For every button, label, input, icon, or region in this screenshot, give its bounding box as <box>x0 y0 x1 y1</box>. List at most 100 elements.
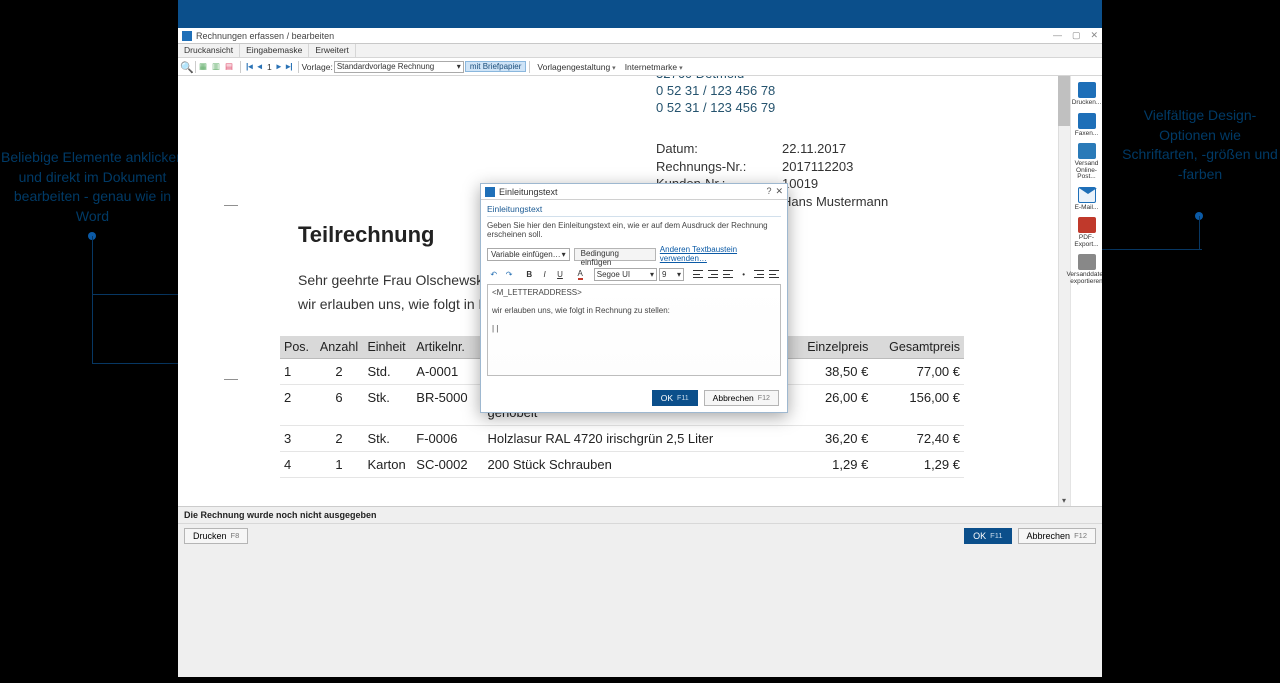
briefpapier-toggle[interactable]: mit Briefpapier <box>465 61 527 72</box>
annotation-right: Vielfältige Design-Optionen wie Schrifta… <box>1120 106 1280 184</box>
window-close[interactable]: ✕ <box>1090 30 1098 41</box>
invno-label: Rechnungs-Nr.: <box>656 159 782 176</box>
vscroll-down-icon[interactable]: ▾ <box>1059 496 1069 506</box>
dialog-title: Einleitungstext <box>499 187 558 197</box>
font-family-select[interactable]: Segoe UI▾ <box>594 268 657 281</box>
dialog-group-title: Einleitungstext <box>487 204 781 217</box>
undo-icon[interactable]: ↶ <box>487 267 500 281</box>
recipient-tel: 0 52 31 / 123 456 78 <box>656 83 946 100</box>
underline-icon[interactable]: U <box>553 267 566 281</box>
italic-icon[interactable]: I <box>538 267 551 281</box>
side-onlinepost[interactable]: Versand Online-Post... <box>1073 143 1101 181</box>
side-drucken[interactable]: Drucken... <box>1073 82 1101 107</box>
date-value: 22.11.2017 <box>782 141 946 158</box>
vorlagengestaltung-menu[interactable]: Vorlagengestaltung▾ <box>533 62 619 72</box>
footer-ok-button[interactable]: OKF11 <box>964 528 1011 544</box>
custno-value: 10019 <box>782 176 946 193</box>
vorlage-label: Vorlage: <box>302 62 333 72</box>
window-titlebar: Rechnungen erfassen / bearbeiten — ▢ ✕ <box>178 28 1102 44</box>
font-color-icon[interactable]: A <box>574 267 587 281</box>
date-label: Datum: <box>656 141 782 158</box>
status-bar: Die Rechnung wurde noch nicht ausgegeben <box>178 506 1102 523</box>
font-size-select[interactable]: 9▾ <box>659 268 684 281</box>
toolbar: 🔍 ▦ ▥ ▤ |◂ ◂ 1 ▸ ▸| Vorlage: Standardvor… <box>178 58 1102 76</box>
agent-value: Hans Mustermann <box>782 194 946 211</box>
sender-city-line: 40227 Düsseldorf <box>298 76 416 78</box>
other-textblock-link[interactable]: Anderen Textbaustein verwenden… <box>660 245 781 263</box>
th-anzahl: Anzahl <box>315 336 364 359</box>
footer-bar: DruckenF8 OKF11 AbbrechenF12 <box>178 523 1102 547</box>
menu-eingabemaske[interactable]: Eingabemaske <box>240 44 309 57</box>
nav-prev-icon[interactable]: ◂ <box>256 61 264 72</box>
salutation-text[interactable]: Sehr geehrte Frau Olschewski, <box>298 272 490 288</box>
side-pdf[interactable]: PDF-Export... <box>1073 217 1101 248</box>
empty-gray-area <box>178 547 1102 677</box>
invno-value: 2017112203 <box>782 159 946 176</box>
dialog-format-toolbar: ↶ ↷ B I U A Segoe UI▾ 9▾ <box>487 267 781 281</box>
search-icon[interactable]: 🔍 <box>180 61 192 73</box>
dialog-ok-button[interactable]: OKF11 <box>652 390 698 406</box>
vscroll-track[interactable] <box>1058 76 1070 506</box>
fold-mark-2: — <box>224 370 238 386</box>
new-doc-icon[interactable]: ▦ <box>199 61 211 73</box>
th-pos: Pos. <box>280 336 315 359</box>
title-accent-bar <box>178 0 1102 28</box>
dialog-abbrechen-button[interactable]: AbbrechenF12 <box>704 390 779 406</box>
window-maximize[interactable]: ▢ <box>1072 30 1081 41</box>
align-right-icon[interactable] <box>722 267 735 281</box>
footer-abbrechen-button[interactable]: AbbrechenF12 <box>1018 528 1096 544</box>
side-action-panel: Drucken... Faxen... Versand Online-Post.… <box>1070 76 1102 506</box>
bold-icon[interactable]: B <box>523 267 536 281</box>
nav-last-icon[interactable]: ▸| <box>284 61 295 72</box>
einleitungstext-dialog: Einleitungstext ? ✕ Einleitungstext Gebe… <box>480 183 788 413</box>
online-post-icon <box>1078 143 1096 159</box>
align-left-icon[interactable] <box>691 267 704 281</box>
nav-page: 1 <box>265 62 274 72</box>
fax-icon <box>1078 113 1096 129</box>
document-heading[interactable]: Teilrechnung <box>298 222 435 248</box>
th-gesamtpreis: Gesamtpreis <box>872 336 964 359</box>
th-einzelpreis: Einzelpreis <box>789 336 872 359</box>
side-email[interactable]: E-Mail... <box>1073 187 1101 212</box>
annotation-left: Beliebige Elemente anklicken und direkt … <box>0 148 185 226</box>
dialog-icon <box>485 187 495 197</box>
vorlage-select[interactable]: Standardvorlage Rechnung▾ <box>334 61 464 73</box>
fold-mark-1: — <box>224 196 238 212</box>
pdf-icon <box>1078 217 1096 233</box>
nav-first-icon[interactable]: |◂ <box>244 61 255 72</box>
side-faxen[interactable]: Faxen... <box>1073 113 1101 138</box>
th-einheit: Einheit <box>363 336 412 359</box>
dialog-help-icon[interactable]: ? <box>766 186 771 197</box>
menu-druckansicht[interactable]: Druckansicht <box>178 44 240 57</box>
delete-doc-icon[interactable]: ▤ <box>225 61 237 73</box>
th-artikelnr: Artikelnr. <box>412 336 483 359</box>
window-title: Rechnungen erfassen / bearbeiten <box>196 31 334 41</box>
align-center-icon[interactable] <box>706 267 719 281</box>
table-row[interactable]: 41KartonSC-0002200 Stück Schrauben1,29 €… <box>280 452 964 478</box>
indent-increase-icon[interactable] <box>768 267 781 281</box>
side-export[interactable]: Versanddaten exportieren <box>1073 254 1101 285</box>
recipient-fax: 0 52 31 / 123 456 79 <box>656 100 946 117</box>
dialog-titlebar[interactable]: Einleitungstext ? ✕ <box>481 184 787 200</box>
vscroll-thumb[interactable] <box>1058 76 1070 126</box>
bullet-list-icon[interactable] <box>737 267 750 281</box>
footer-drucken-button[interactable]: DruckenF8 <box>184 528 248 544</box>
nav-next-icon[interactable]: ▸ <box>275 61 283 72</box>
menubar: Druckansicht Eingabemaske Erweitert <box>178 44 1102 58</box>
printer-icon <box>1078 82 1096 98</box>
app-icon <box>182 31 192 41</box>
condition-insert-button[interactable]: Bedingung einfügen <box>574 248 656 261</box>
export-icon <box>1078 254 1096 270</box>
internetmarke-menu[interactable]: Internetmarke▾ <box>621 62 687 72</box>
menu-erweitert[interactable]: Erweitert <box>309 44 356 57</box>
copy-doc-icon[interactable]: ▥ <box>212 61 224 73</box>
mail-icon <box>1078 187 1096 203</box>
window-minimize[interactable]: — <box>1053 30 1062 41</box>
dialog-close-icon[interactable]: ✕ <box>775 186 783 197</box>
indent-decrease-icon[interactable] <box>752 267 765 281</box>
dialog-hint: Geben Sie hier den Einleitungstext ein, … <box>487 221 781 239</box>
redo-icon[interactable]: ↷ <box>502 267 515 281</box>
intro-text-editor[interactable]: <M_LETTERADDRESS> wir erlauben uns, wie … <box>487 284 781 376</box>
table-row[interactable]: 32Stk.F-0006Holzlasur RAL 4720 irischgrü… <box>280 426 964 452</box>
variable-insert-select[interactable]: Variable einfügen…▾ <box>487 248 570 261</box>
